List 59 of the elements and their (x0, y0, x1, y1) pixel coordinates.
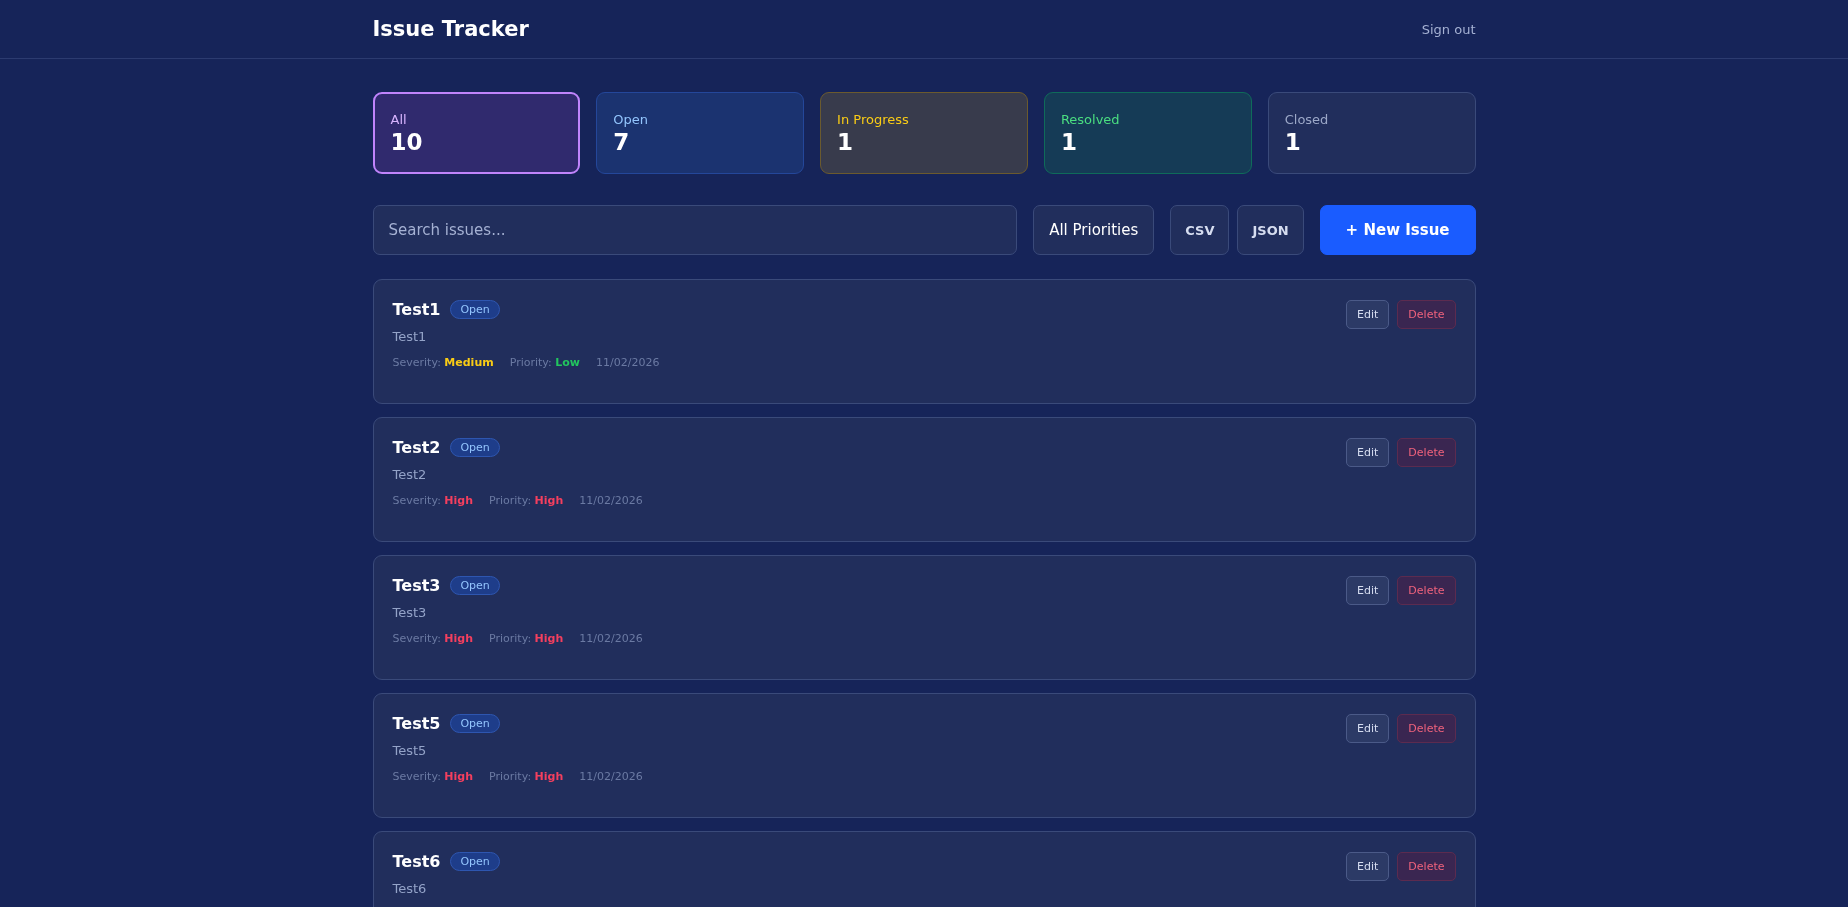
stat-label: Closed (1284, 111, 1330, 127)
sign-out-link[interactable]: Sign out (1421, 21, 1476, 37)
stat-label: All (390, 111, 408, 127)
status-badge: Open (450, 576, 500, 595)
edit-button[interactable]: Edit (1346, 300, 1390, 329)
severity-text: Severity: High (392, 632, 474, 645)
edit-button[interactable]: Edit (1346, 576, 1390, 605)
issue-description: Test1 (392, 329, 428, 344)
issue-description: Test5 (392, 743, 428, 758)
delete-button[interactable]: Delete (1397, 438, 1456, 467)
stat-label: Resolved (1060, 111, 1121, 127)
issue-date: 11/02/2026 (579, 770, 643, 783)
delete-button[interactable]: Delete (1397, 714, 1456, 743)
severity-text: Severity: High (392, 494, 474, 507)
issue-title: Test5 (392, 714, 441, 733)
status-badge: Open (450, 852, 500, 871)
edit-button[interactable]: Edit (1346, 438, 1390, 467)
edit-button[interactable]: Edit (1346, 852, 1390, 881)
status-filter-card[interactable]: Closed 1 (1267, 92, 1476, 174)
priority-text: Priority: High (489, 770, 564, 783)
status-filter-card[interactable]: In Progress 1 (820, 92, 1028, 174)
issue-date: 11/02/2026 (596, 356, 660, 369)
status-badge: Open (450, 714, 500, 733)
new-issue-button[interactable]: + New Issue (1319, 205, 1476, 255)
priority-text: Priority: High (489, 494, 564, 507)
issue-description: Test3 (392, 605, 428, 620)
issue-description: Test2 (392, 467, 428, 482)
stat-count: 1 (1060, 128, 1078, 155)
priority-text: Priority: High (489, 632, 564, 645)
stat-count: 7 (613, 128, 631, 155)
issue-date: 11/02/2026 (579, 494, 643, 507)
export-button[interactable]: JSON (1237, 205, 1304, 255)
app-title: Issue Tracker (372, 17, 529, 41)
stat-count: 1 (1284, 128, 1302, 155)
priority-dropdown[interactable]: All Priorities (1033, 205, 1155, 255)
delete-button[interactable]: Delete (1397, 852, 1456, 881)
delete-button[interactable]: Delete (1397, 576, 1456, 605)
issue-title: Test2 (392, 438, 441, 457)
stat-count: 1 (837, 128, 855, 155)
edit-button[interactable]: Edit (1346, 714, 1390, 743)
issue-title: Test1 (392, 300, 441, 319)
stat-label: Open (613, 111, 650, 127)
status-badge: Open (450, 300, 500, 319)
status-filter-card[interactable]: All 10 (372, 92, 581, 174)
issue-title: Test6 (392, 852, 441, 871)
stat-count: 10 (390, 128, 424, 155)
issue-date: 11/02/2026 (579, 632, 643, 645)
stat-label: In Progress (837, 111, 910, 127)
issue-title: Test3 (392, 576, 441, 595)
severity-text: Severity: Medium (392, 356, 494, 369)
status-badge: Open (450, 438, 500, 457)
search-field[interactable]: Search issues... (372, 205, 1018, 255)
status-filter-card[interactable]: Open 7 (596, 92, 805, 174)
status-filter-card[interactable]: Resolved 1 (1043, 92, 1252, 174)
delete-button[interactable]: Delete (1397, 300, 1456, 329)
severity-text: Severity: High (392, 770, 474, 783)
priority-text: Priority: Low (509, 356, 580, 369)
export-button[interactable]: CSV (1170, 205, 1230, 255)
issue-description: Test6 (392, 881, 428, 896)
